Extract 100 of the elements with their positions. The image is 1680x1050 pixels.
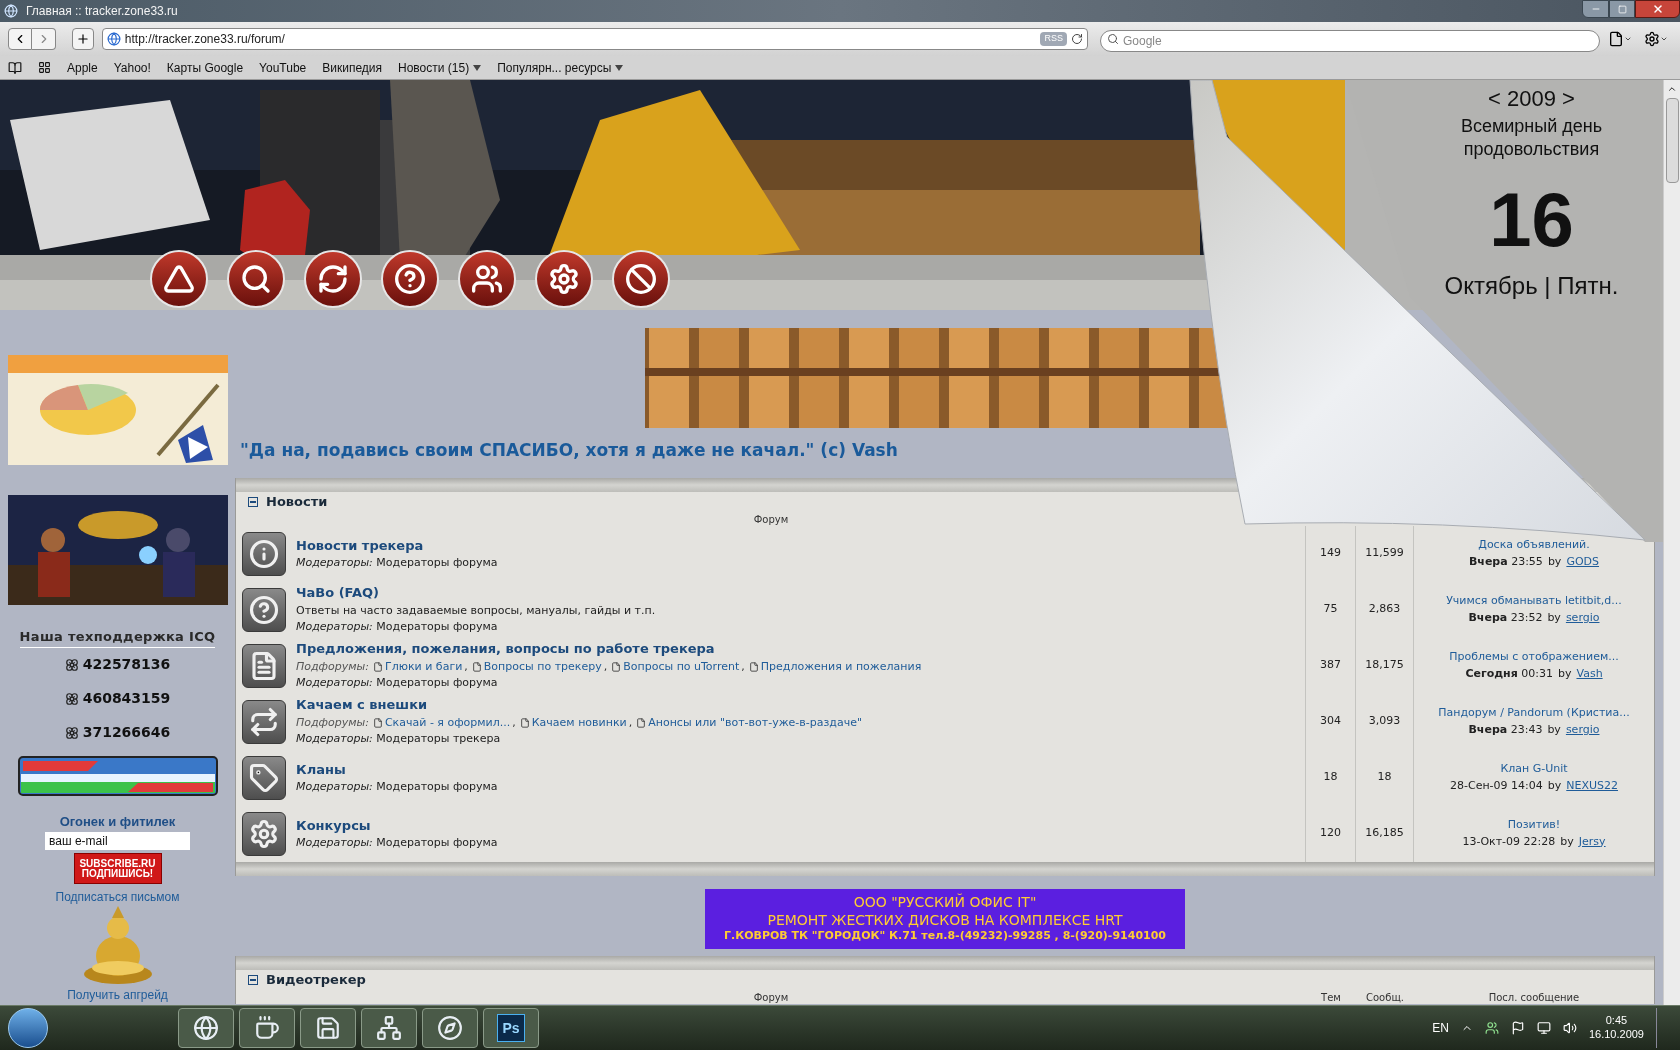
moderators-text: Модераторы: Модераторы форума [296, 675, 498, 692]
post-count: 3,093 [1368, 713, 1401, 730]
document-icon [611, 662, 622, 672]
subforum-link[interactable]: Предложения и пожелания [760, 658, 922, 676]
last-post-link[interactable]: Позитив! [1507, 817, 1561, 834]
taskbar-button[interactable] [178, 1008, 234, 1048]
reload-icon[interactable] [1071, 33, 1083, 45]
month-weekday: Октябрь | Пятн. [1444, 271, 1619, 301]
taskbar-button[interactable] [300, 1008, 356, 1048]
scrollbar[interactable] [1663, 80, 1680, 1005]
bookmark-menu[interactable]: Популярн... ресурсы [497, 58, 624, 77]
subscribe-button[interactable]: SUBSCRIBE.RU ПОДПИШИСЬ! [73, 853, 162, 884]
bookmarks-icon[interactable] [8, 60, 22, 75]
author-link[interactable]: Vash [1576, 665, 1603, 682]
taskbar-button[interactable] [422, 1008, 478, 1048]
author-link[interactable]: sergio [1565, 609, 1600, 626]
minimize-button[interactable] [1582, 0, 1609, 18]
forum-title-link[interactable]: Предложения, пожелания, вопросы по работе трекера [296, 639, 715, 659]
forum-title-link[interactable]: Конкурсы [296, 815, 371, 835]
by-label: by [1558, 665, 1572, 682]
settings-icon[interactable] [1644, 31, 1668, 47]
photoshop-button[interactable]: Ps [483, 1008, 539, 1048]
bookmark-link[interactable]: Yahoo! [113, 58, 151, 77]
compass-icon [437, 1015, 463, 1041]
flag-icon[interactable] [1510, 1021, 1525, 1035]
language-indicator[interactable]: EN [1432, 1019, 1449, 1037]
document-icon [372, 718, 383, 728]
forum-description: Ответы на часто задаваемые вопросы, мануалы, гайды и т.п. [296, 602, 656, 619]
bookmark-link[interactable]: Карты Google [166, 58, 244, 77]
last-post-link[interactable]: Доска объявлений. [1478, 537, 1590, 554]
subforum-link[interactable]: Вопросы по uTorrent [623, 658, 740, 676]
subforum-link[interactable]: Вопросы по трекеру [483, 658, 602, 676]
category-title[interactable]: Видеотрекер [266, 969, 366, 990]
subforum-link[interactable]: Качаем новинки [531, 714, 627, 732]
last-post-link[interactable]: Проблемы с отображением... [1449, 649, 1619, 666]
taskbar-button[interactable] [239, 1008, 295, 1048]
author-link[interactable]: GODS [1566, 553, 1599, 570]
bookmark-link[interactable]: Apple [67, 58, 98, 77]
arrows-icon [242, 699, 286, 744]
search-field[interactable]: Google [1100, 30, 1600, 52]
icq-number: 371266646 [82, 723, 171, 742]
last-post-link[interactable]: Пандорум / Pandorum (Кристиа... [1438, 705, 1630, 722]
address-field[interactable]: http://tracker.zone33.ru/forum/ RSS [101, 28, 1088, 50]
last-post-date: Вчера 23:43 [1468, 721, 1543, 738]
add-bookmark-button[interactable] [72, 28, 94, 50]
scrollbar-thumb[interactable] [1665, 98, 1679, 183]
author-link[interactable]: Jersy [1578, 833, 1606, 850]
collapse-icon[interactable] [248, 496, 258, 507]
last-post-link[interactable]: Учимся обманывать letitbit,d... [1446, 593, 1622, 610]
subscribe-link[interactable]: Подписаться письмом [55, 888, 180, 906]
document-icon [519, 718, 530, 728]
start-button[interactable] [8, 1008, 48, 1048]
bookmark-link[interactable]: Википедия [322, 58, 383, 77]
users-icon[interactable] [1484, 1021, 1499, 1035]
post-count: 11,599 [1365, 545, 1404, 562]
taskbar-button[interactable] [361, 1008, 417, 1048]
clock[interactable]: 0:45 16.10.2009 [1588, 1014, 1644, 1042]
document-icon [471, 662, 482, 672]
bookmark-menu[interactable]: Новости (15) [398, 58, 482, 77]
icq-support-title: Наша техподдержка ICQ [19, 627, 216, 648]
separator: , [512, 714, 516, 731]
tag-icon [242, 755, 286, 800]
separator: , [628, 714, 633, 731]
document-icon [636, 718, 647, 728]
last-post-date: Вчера 23:52 [1468, 609, 1543, 626]
author-link[interactable]: sergio [1565, 721, 1600, 738]
close-button[interactable] [1635, 0, 1680, 18]
back-button[interactable] [8, 28, 32, 50]
subforum-link[interactable]: Скачай - я оформил... [384, 714, 511, 732]
maximize-button[interactable] [1609, 0, 1635, 18]
email-field[interactable]: ваш e-mail [45, 832, 190, 850]
upgrade-link[interactable]: Получить апгрейд [67, 986, 168, 1004]
category-title[interactable]: Новости [266, 491, 328, 512]
by-label: by [1547, 609, 1561, 626]
subforum-link[interactable]: Глюки и баги [384, 658, 463, 676]
bookmark-link[interactable]: YouTube [259, 58, 307, 77]
network-icon[interactable] [1536, 1021, 1551, 1035]
column-header: Форум [753, 990, 789, 1004]
year-navigation[interactable]: < 2009 > [1488, 82, 1575, 115]
forum-title-link[interactable]: Кланы [296, 759, 346, 779]
collapse-icon[interactable] [248, 974, 258, 985]
grid-icon[interactable] [38, 61, 51, 74]
forum-title-link[interactable]: ЧаВо (FAQ) [296, 583, 380, 603]
forum-title-link[interactable]: Новости трекера [296, 535, 424, 555]
author-link[interactable]: NEXUS22 [1566, 777, 1618, 794]
forward-button[interactable] [32, 28, 56, 50]
scroll-up-icon[interactable] [1667, 84, 1677, 94]
close-icon [1651, 3, 1664, 15]
ad-banner[interactable]: ООО "РУССКИЙ ОФИС IT" РЕМОНТ ЖЕСТКИХ ДИСКОВ НА КОМПЛЕКСЕ HRT Г.КОВРОВ ТК "ГОРОДОК" К.71 тел.8-(49232)-99285 , 8-(920)-9140100 [705, 888, 1185, 949]
last-post-link[interactable]: Клан G-Unit [1500, 761, 1568, 778]
document-icon [372, 662, 383, 672]
question-icon [242, 587, 286, 632]
last-post-date: 28-Сен-09 14:04 [1450, 777, 1543, 794]
document-icon [748, 662, 759, 672]
volume-icon[interactable] [1562, 1021, 1577, 1035]
subforums-label: Подфорумы: [296, 658, 369, 675]
forum-title-link[interactable]: Качаем с внешки [296, 695, 428, 715]
page-menu-icon[interactable] [1608, 31, 1632, 47]
subforum-link[interactable]: Анонсы или "вот-вот-уже-в-раздаче" [648, 714, 862, 732]
icq-number: 422578136 [82, 655, 171, 674]
